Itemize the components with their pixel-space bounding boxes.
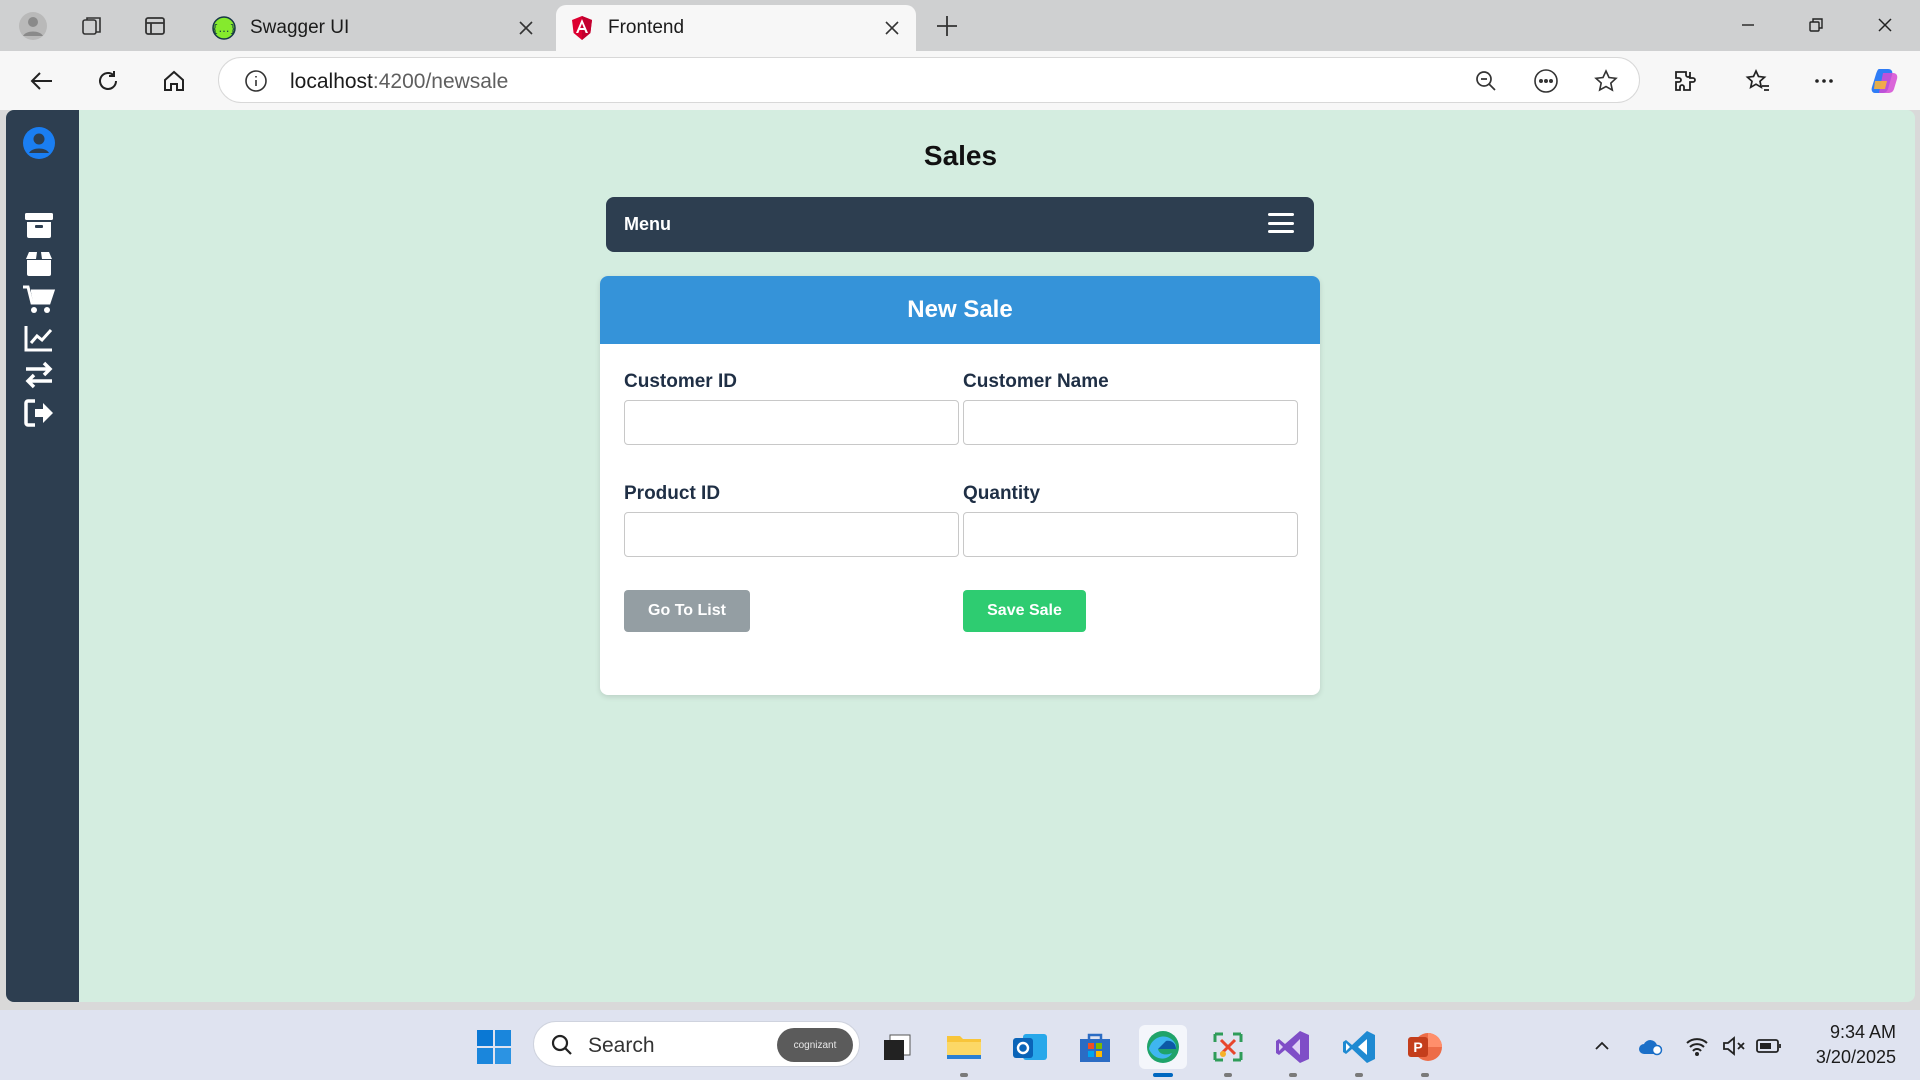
site-info-icon[interactable] <box>241 66 271 96</box>
quantity-label: Quantity <box>963 483 1041 504</box>
customer-id-input[interactable] <box>624 400 959 445</box>
show-hidden-icons-icon[interactable] <box>1588 1032 1616 1060</box>
edge-icon[interactable] <box>1139 1025 1187 1077</box>
tab-actions-icon[interactable] <box>139 10 171 42</box>
app-sidebar <box>6 110 79 1002</box>
outlook-icon[interactable] <box>1008 1025 1052 1069</box>
go-to-list-button[interactable]: Go To List <box>624 590 750 632</box>
svg-text:P: P <box>1413 1039 1422 1055</box>
svg-text:{…}: {…} <box>212 22 236 35</box>
windows-taskbar: Search cognizant P 9:34 AM 3/20/2025 <box>0 1010 1920 1080</box>
product-id-input[interactable] <box>624 512 959 557</box>
visual-studio-icon[interactable] <box>1271 1025 1315 1077</box>
windows-start-icon[interactable] <box>472 1025 516 1069</box>
snipping-tool-icon[interactable] <box>1206 1025 1250 1077</box>
tab-swagger-ui[interactable]: {…} Swagger UI <box>198 5 550 51</box>
back-icon[interactable] <box>24 63 60 99</box>
search-placeholder: Search <box>588 1034 655 1057</box>
product-id-label: Product ID <box>624 483 721 504</box>
address-url: localhost:4200/newsale <box>290 70 508 94</box>
quantity-input[interactable] <box>963 512 1298 557</box>
close-tab-icon[interactable] <box>516 18 536 38</box>
browser-tab-strip: {…} Swagger UI Frontend <box>0 0 1920 51</box>
favorites-icon[interactable] <box>1740 63 1776 99</box>
swagger-icon: {…} <box>212 16 236 40</box>
settings-more-icon[interactable] <box>1806 63 1842 99</box>
more-options-icon[interactable] <box>1531 66 1561 96</box>
menu-bar: Menu <box>606 197 1314 252</box>
new-sale-form: New Sale Customer ID Customer Name Produ… <box>600 276 1320 695</box>
powerpoint-icon[interactable]: P <box>1403 1025 1447 1077</box>
chart-icon[interactable] <box>22 323 56 353</box>
logout-icon[interactable] <box>22 398 56 428</box>
microsoft-store-icon[interactable] <box>1073 1025 1117 1069</box>
archive-icon[interactable] <box>22 210 56 240</box>
search-icon <box>551 1034 572 1055</box>
tab-frontend[interactable]: Frontend <box>556 5 916 51</box>
copilot-icon[interactable] <box>1867 63 1903 99</box>
task-view-icon[interactable] <box>875 1025 919 1069</box>
save-sale-button[interactable]: Save Sale <box>963 590 1086 632</box>
taskbar-search[interactable]: Search cognizant <box>533 1021 860 1067</box>
vscode-icon[interactable] <box>1337 1025 1381 1077</box>
cart-icon[interactable] <box>22 285 56 315</box>
address-bar[interactable]: localhost:4200/newsale <box>218 57 1640 103</box>
workspaces-icon[interactable] <box>76 10 108 42</box>
system-clock[interactable]: 9:34 AM 3/20/2025 <box>1816 1020 1896 1070</box>
restore-icon[interactable] <box>1791 8 1841 42</box>
hamburger-menu-icon[interactable] <box>1268 211 1294 235</box>
browser-toolbar: localhost:4200/newsale <box>0 51 1920 110</box>
battery-icon[interactable] <box>1755 1032 1783 1060</box>
url-path: :4200/newsale <box>372 70 509 93</box>
page-title: Sales <box>923 140 998 171</box>
page-viewport: Sales Menu New Sale Customer ID Customer… <box>6 110 1915 1002</box>
clock-date: 3/20/2025 <box>1815 1047 1896 1067</box>
menu-label: Menu <box>624 214 671 234</box>
form-header: New Sale <box>600 276 1320 344</box>
home-icon[interactable] <box>156 63 192 99</box>
clock-time: 9:34 AM <box>1829 1022 1896 1042</box>
customer-id-label: Customer ID <box>624 371 737 392</box>
volume-muted-icon[interactable] <box>1720 1032 1748 1060</box>
customer-name-label: Customer Name <box>963 371 1109 392</box>
minimize-icon[interactable] <box>1723 8 1773 42</box>
extensions-icon[interactable] <box>1667 63 1703 99</box>
tab-label: Frontend <box>608 17 685 38</box>
transfer-icon[interactable] <box>22 360 56 390</box>
tab-label: Swagger UI <box>250 17 350 38</box>
zoom-out-icon[interactable] <box>1471 66 1501 96</box>
wifi-icon[interactable] <box>1683 1032 1711 1060</box>
onedrive-icon[interactable] <box>1637 1032 1665 1060</box>
customer-name-input[interactable] <box>963 400 1298 445</box>
search-badge: cognizant <box>777 1028 853 1062</box>
close-tab-icon[interactable] <box>882 18 902 38</box>
new-tab-icon[interactable] <box>931 10 963 42</box>
favorite-star-icon[interactable] <box>1591 66 1621 96</box>
refresh-icon[interactable] <box>90 63 126 99</box>
box-icon[interactable] <box>22 248 56 278</box>
angular-icon <box>572 16 592 40</box>
url-host: localhost <box>290 70 373 93</box>
close-window-icon[interactable] <box>1860 8 1910 42</box>
file-explorer-icon[interactable] <box>942 1025 986 1077</box>
profile-icon[interactable] <box>17 10 49 42</box>
